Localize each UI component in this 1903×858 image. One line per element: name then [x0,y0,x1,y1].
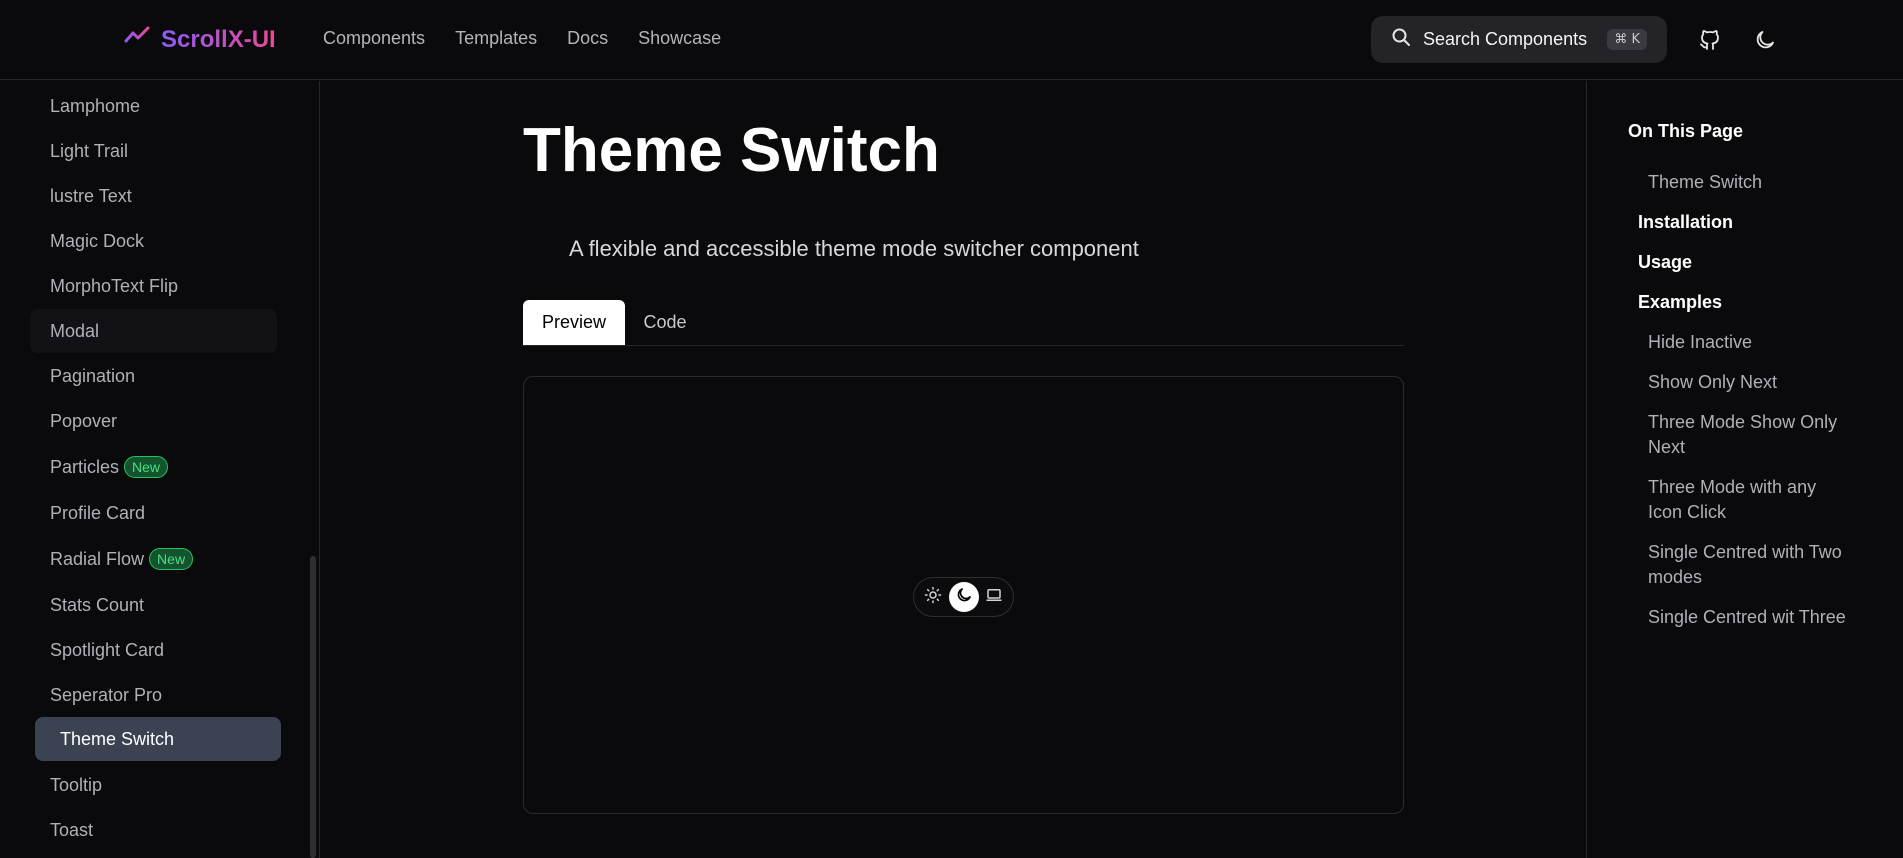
toc-link-show-only-next[interactable]: Show Only Next [1648,370,1848,395]
top-header: ScrollX-UI Components Templates Docs Sho… [0,0,1903,80]
toc-link-usage[interactable]: Usage [1638,250,1838,275]
moon-icon [955,586,973,609]
sidebar-item-magic-dock[interactable]: Magic Dock [30,219,277,263]
sidebar-item-particles[interactable]: Particles New [30,445,277,489]
toc-link-hide-inactive[interactable]: Hide Inactive [1648,330,1848,355]
sidebar-item-label: Lamphome [50,95,141,116]
nav-showcase[interactable]: Showcase [638,28,721,49]
theme-switcher [913,577,1014,617]
sun-icon [924,586,942,609]
sidebar-item-spotlight-card[interactable]: Spotlight Card [30,628,277,672]
brand-logo[interactable]: ScrollX-UI [123,24,276,56]
laptop-icon [985,586,1003,609]
preview-code-tabs: Preview Code [523,300,1404,346]
sidebar-item-label: Popover [50,410,118,431]
nav-components[interactable]: Components [323,28,425,49]
sidebar-item-morphotext-flip[interactable]: MorphoText Flip [30,264,277,308]
sidebar-item-label: Stats Count [50,594,145,615]
page-description: A flexible and accessible theme mode swi… [569,236,1139,261]
sidebar-scrollbar[interactable] [310,556,316,858]
toc-link-examples[interactable]: Examples [1638,290,1838,315]
sidebar-item-label: Seperator Pro [50,684,163,705]
sidebar-item-popover[interactable]: Popover [30,399,277,443]
sidebar-item-label: Tooltip [50,774,103,795]
light-mode-button[interactable] [918,582,948,612]
toc-link-single-centred-three[interactable]: Single Centred wit Three [1648,605,1848,630]
search-label: Search Components [1423,29,1588,49]
sidebar-item-stats-count[interactable]: Stats Count [30,583,277,627]
toc-link-theme-switch[interactable]: Theme Switch [1648,170,1848,195]
sidebar-item-label: Modal [50,320,100,341]
sidebar-item-tooltip[interactable]: Tooltip [30,763,277,807]
dark-mode-button[interactable] [948,582,979,612]
github-icon[interactable] [1698,28,1722,52]
logo-chart-icon [123,24,151,57]
new-badge: New [149,548,194,570]
sidebar-item-label: lustre Text [50,185,132,206]
system-mode-button[interactable] [979,582,1009,612]
sidebar-item-lamphome[interactable]: Lamphome [30,84,277,128]
toc-link-three-mode-any-icon-click[interactable]: Three Mode with any Icon Click [1648,475,1848,525]
new-badge: New [124,456,169,478]
sidebar-item-label: Profile Card [50,502,146,523]
sidebar-item-label: MorphoText Flip [50,275,179,296]
toc-link-installation[interactable]: Installation [1638,210,1838,235]
preview-panel [523,376,1404,814]
sidebar-item-theme-switch[interactable]: Theme Switch [35,717,281,761]
moon-icon[interactable] [1753,28,1777,52]
sidebar-item-label: Magic Dock [50,230,145,251]
search-shortcut: ⌘ K [1607,29,1647,50]
sidebar: Lamphome Light Trail lustre Text Magic D… [0,81,320,858]
sidebar-item-label: Particles [50,456,120,477]
main-nav: Components Templates Docs Showcase [323,28,721,49]
toc-link-single-centred-two-modes[interactable]: Single Centred with Two modes [1648,540,1848,590]
on-this-page: On This Page Theme Switch Installation U… [1586,81,1903,858]
sidebar-item-label: Pagination [50,365,136,386]
search-button[interactable]: Search Components ⌘ K [1371,16,1667,63]
sidebar-item-seperator-pro[interactable]: Seperator Pro [30,673,277,717]
tab-preview[interactable]: Preview [523,300,625,345]
search-icon [1391,27,1411,52]
sidebar-item-label: Theme Switch [60,728,175,749]
tab-code[interactable]: Code [625,300,705,345]
toc-link-three-mode-show-only-next[interactable]: Three Mode Show Only Next [1648,410,1848,460]
toc-heading: On This Page [1628,121,1744,141]
sidebar-item-lustre-text[interactable]: lustre Text [30,174,277,218]
sidebar-item-toast[interactable]: Toast [30,808,277,852]
sidebar-item-label: Radial Flow [50,548,145,569]
sidebar-item-label: Spotlight Card [50,639,165,660]
logo-text: ScrollX-UI [161,26,276,53]
nav-templates[interactable]: Templates [455,28,537,49]
sidebar-item-radial-flow[interactable]: Radial Flow New [30,537,277,581]
sidebar-item-pagination[interactable]: Pagination [30,354,277,398]
sidebar-item-modal[interactable]: Modal [30,309,277,353]
sidebar-item-profile-card[interactable]: Profile Card [30,491,277,535]
nav-docs[interactable]: Docs [567,28,608,49]
sidebar-item-label: Toast [50,819,94,840]
sidebar-item-label: Light Trail [50,140,129,161]
sidebar-item-light-trail[interactable]: Light Trail [30,129,277,173]
page-title: Theme Switch [523,116,940,185]
